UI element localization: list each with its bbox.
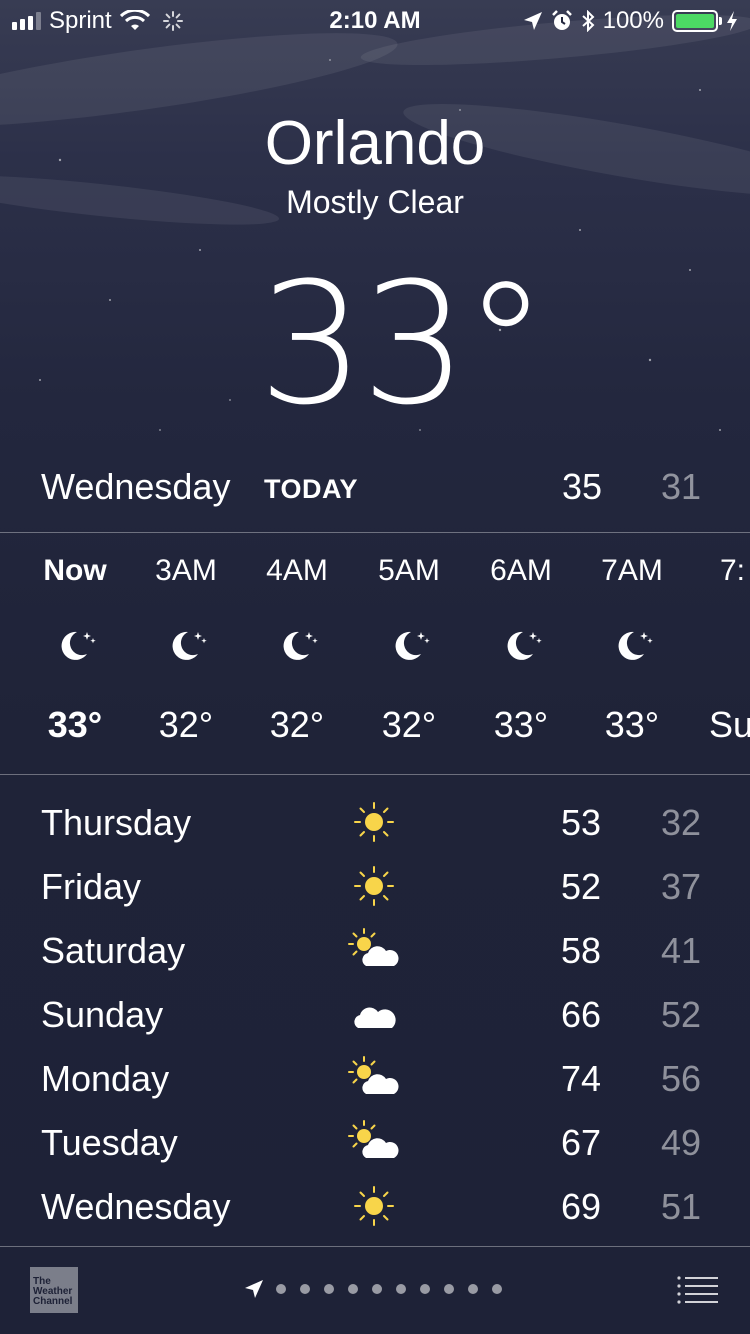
current-temperature: 33° [258,246,548,442]
day-row: Saturday 58 41 [0,920,750,984]
hourly-forecast-strip[interactable]: Now 33° 3AM 32° 4AM 32° 5AM 32° 6AM 33° … [0,534,750,774]
day-row: Thursday 53 32 [0,792,750,856]
bottom-toolbar: The Weather Channel [0,1247,750,1334]
day-low-temp: 52 [661,994,702,1035]
day-high-temp: 52 [561,866,602,907]
divider-middle [0,774,750,775]
weather-channel-logo[interactable]: The Weather Channel [30,1267,78,1313]
hour-time: 3AM [155,554,217,587]
hour-time: 7AM [601,554,663,587]
partly-cloudy-icon [348,928,399,966]
day-row: Sunday 66 52 [0,984,750,1048]
charging-bolt-icon [727,11,737,31]
day-name: Wednesday [41,1186,231,1227]
day-low-temp: 32 [661,802,702,843]
hour-temp: 32° [158,704,214,745]
page-dot[interactable] [372,1284,382,1294]
hour-temp: Su [709,704,750,745]
page-indicator[interactable] [244,1279,502,1299]
moon-stars-icon [465,626,577,666]
day-name: Sunday [41,994,164,1035]
current-location-arrow-icon [245,1280,263,1298]
page-dot[interactable] [444,1284,454,1294]
moon-stars-icon [353,626,465,666]
hour-temp: 33° [47,704,103,745]
today-summary-row: Wednesday TODAY 35 31 [0,462,750,512]
page-dot[interactable] [420,1284,430,1294]
battery-icon [672,10,722,32]
hour-temp: 32° [269,704,325,745]
day-name: Monday [41,1058,170,1099]
day-name: Thursday [41,802,192,843]
day-row: Wednesday 69 51 [0,1176,750,1240]
page-dot[interactable] [468,1284,478,1294]
status-right: 100% [523,7,738,35]
sun-icon [354,866,394,906]
day-name: Friday [41,866,142,907]
day-high-temp: 69 [561,1186,602,1227]
day-low-temp: 49 [661,1122,702,1163]
city-name: Orlando [264,109,486,178]
day-name: Saturday [41,930,186,971]
battery-percent: 100% [602,7,664,34]
page-dot[interactable] [324,1284,334,1294]
day-high-temp: 74 [561,1058,602,1099]
hour-time: 5AM [378,554,440,587]
alarm-clock-icon [551,10,572,30]
bluetooth-icon [581,10,595,32]
page-dot[interactable] [300,1284,310,1294]
moon-stars-icon [19,626,131,666]
day-low-temp: 41 [661,930,702,971]
page-dot[interactable] [348,1284,358,1294]
page-dot[interactable] [276,1284,286,1294]
day-low-temp: 37 [661,866,702,907]
day-high-temp: 58 [561,930,602,971]
today-high-temp: 35 [562,466,603,507]
moon-stars-icon [241,626,353,666]
city-list-icon[interactable] [676,1275,718,1305]
hour-time: 7: [720,554,746,587]
day-high-temp: 67 [561,1122,602,1163]
day-row: Monday 74 56 [0,1048,750,1112]
cloud-icon [354,1007,396,1028]
day-name: Tuesday [41,1122,178,1163]
moon-stars-icon [576,626,688,666]
day-high-temp: 53 [561,802,602,843]
hour-temp: 33° [493,704,549,745]
status-bar: Sprint 2:10 AM 100% [0,0,750,40]
partly-cloudy-icon [348,1056,399,1094]
battery-fill [676,14,714,28]
hour-time: 4AM [266,554,328,587]
location-arrow-icon [523,12,542,30]
hour-temp: 32° [381,704,437,745]
hour-time: Now [43,554,107,587]
page-dot[interactable] [492,1284,502,1294]
today-low-temp: 31 [661,466,702,507]
day-high-temp: 66 [561,994,602,1035]
page-dots [276,1284,502,1294]
today-label: TODAY [264,474,359,504]
hour-time: 6AM [490,554,552,587]
today-day-name: Wednesday [41,466,231,507]
day-row: Friday 52 37 [0,856,750,920]
current-condition: Mostly Clear [286,184,464,220]
sun-icon [354,1186,394,1226]
day-low-temp: 51 [661,1186,702,1227]
divider-top [0,532,750,533]
sun-icon [354,802,394,842]
hour-temp: 33° [604,704,660,745]
partly-cloudy-icon [348,1120,399,1158]
page-dot[interactable] [396,1284,406,1294]
day-low-temp: 56 [661,1058,702,1099]
moon-stars-icon [130,626,242,666]
day-row: Tuesday 67 49 [0,1112,750,1176]
